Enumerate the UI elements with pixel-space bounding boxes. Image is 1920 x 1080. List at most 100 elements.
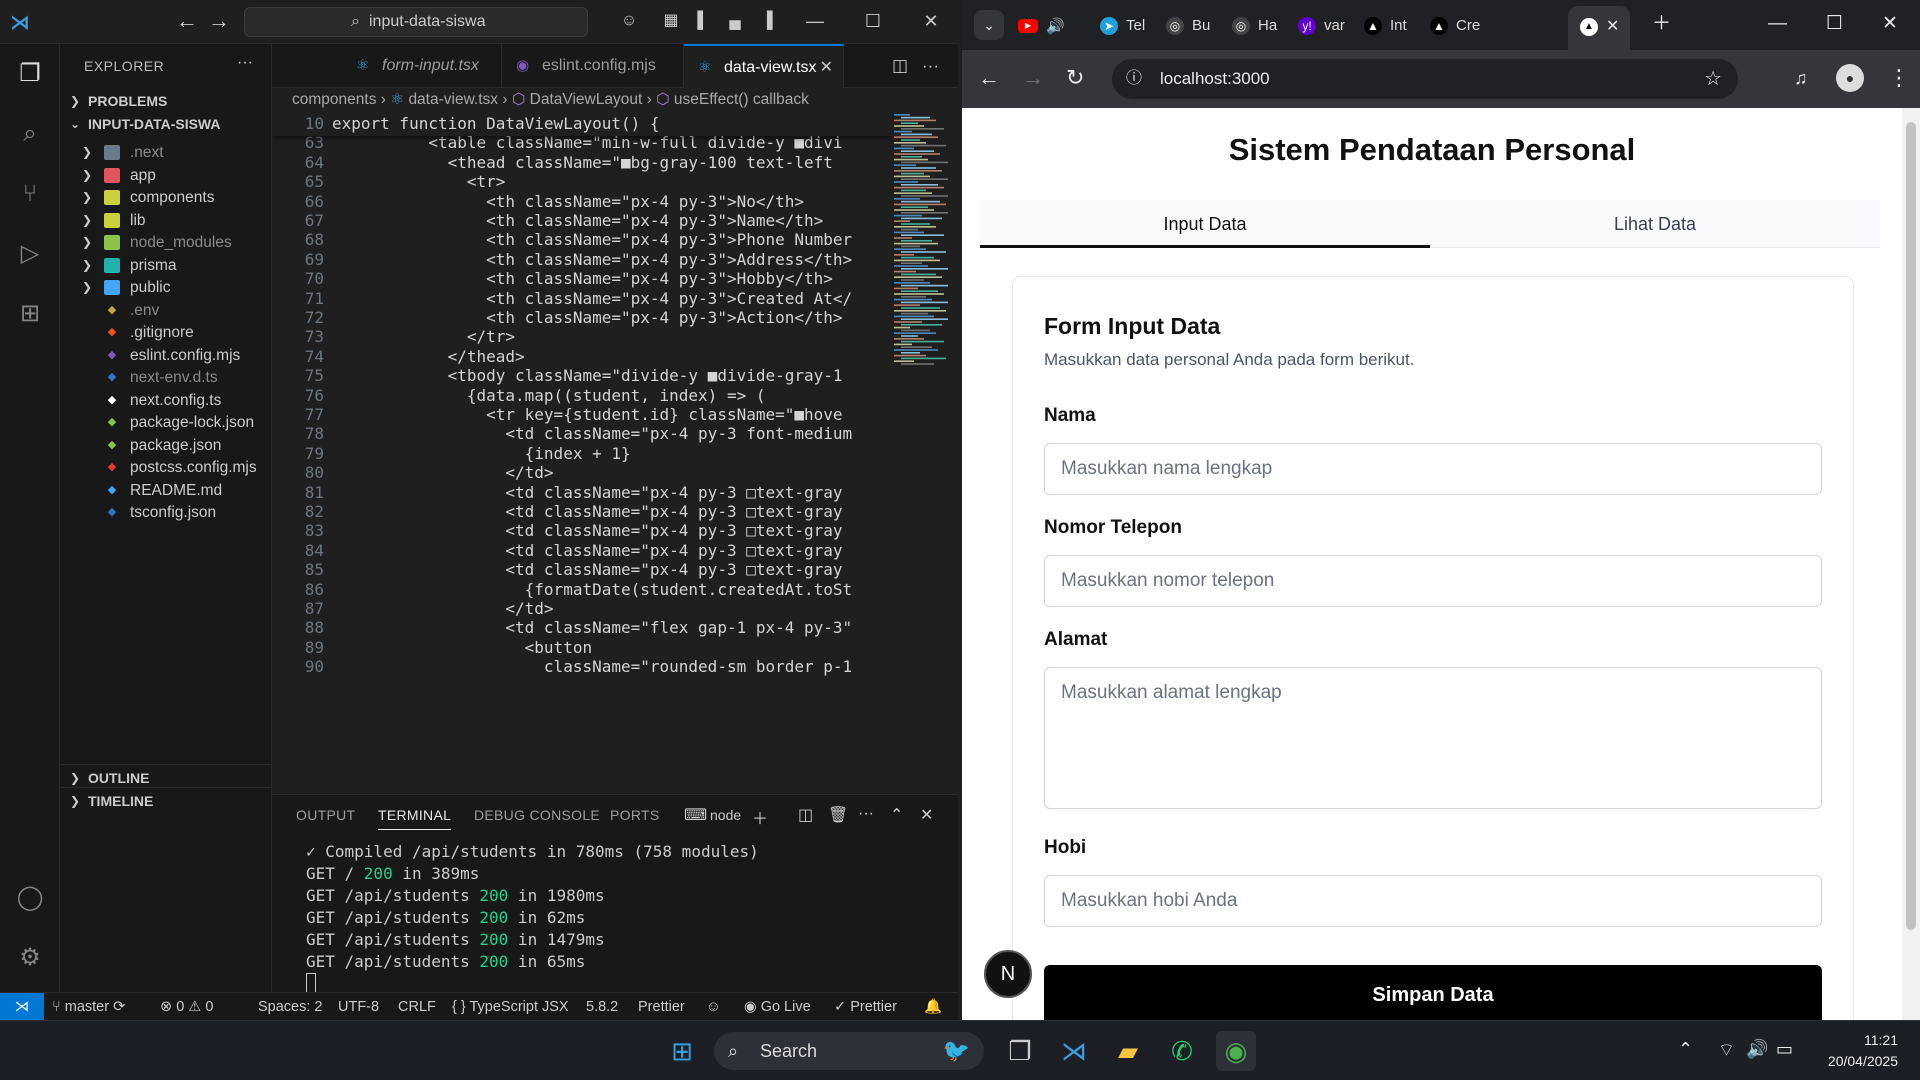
close-tab-icon[interactable]: ✕ xyxy=(1606,16,1619,36)
browser-tab[interactable]: ◎ Ha xyxy=(1232,11,1292,39)
split-editor-icon[interactable]: ◫ xyxy=(892,56,908,76)
code-editor[interactable]: 10 export function DataViewLayout() {63 <… xyxy=(272,112,892,792)
extensions-icon[interactable]: ⊞ xyxy=(14,298,46,330)
chevron-up-icon[interactable]: ⌃ xyxy=(1678,1039,1693,1060)
telepon-input[interactable]: Masukkan nomor telepon xyxy=(1044,555,1822,607)
maximize-panel-icon[interactable]: ⌃ xyxy=(890,805,903,825)
scrollbar-thumb[interactable] xyxy=(1906,122,1916,930)
encoding[interactable]: UTF-8 xyxy=(338,993,379,1020)
go-live-button[interactable]: ◉ Go Live xyxy=(744,993,811,1020)
trash-icon[interactable]: 🗑 xyxy=(828,805,848,825)
taskbar-clock[interactable]: 11:21 20/04/2025 xyxy=(1828,1030,1898,1072)
end-of-line[interactable]: CRLF xyxy=(398,993,436,1020)
media-control-icon[interactable]: ♫ xyxy=(1794,66,1808,90)
browser-tab[interactable]: ▲ Cre xyxy=(1430,11,1490,39)
minimize-icon[interactable]: — xyxy=(800,8,830,34)
reload-icon[interactable]: ↻ xyxy=(1066,66,1084,90)
tab-lihat-data[interactable]: Lihat Data xyxy=(1430,200,1880,248)
profile-avatar[interactable]: ● xyxy=(1836,64,1864,92)
ts-version[interactable]: 5.8.2 xyxy=(586,993,618,1020)
manage-gear-icon[interactable]: ⚙ xyxy=(14,942,46,974)
whatsapp-icon[interactable]: ✆ xyxy=(1162,1031,1202,1071)
youtube-tab[interactable]: ▶ 🔊 xyxy=(1018,11,1065,39)
project-section[interactable]: ⌄ INPUT-DATA-SISWA xyxy=(60,111,272,137)
site-info-icon[interactable]: ⓘ xyxy=(1126,59,1142,99)
task-view-icon[interactable]: ❐ xyxy=(1000,1031,1040,1071)
nextjs-dev-badge[interactable]: N xyxy=(984,950,1032,998)
panel-tab-terminal[interactable]: TERMINAL xyxy=(378,807,452,830)
toggle-sidebar-icon[interactable]: ▌ xyxy=(692,10,714,32)
vscode-taskbar-icon[interactable]: ⋊ xyxy=(1054,1031,1094,1071)
bell-icon[interactable]: 🔔 xyxy=(924,993,942,1020)
close-tab-icon[interactable]: ✕ xyxy=(820,46,833,90)
run-debug-icon[interactable]: ▷ xyxy=(14,238,46,270)
breadcrumb-item[interactable]: useEffect() callback xyxy=(674,91,809,108)
toggle-panel-icon[interactable]: ▄ xyxy=(724,10,746,32)
timeline-section[interactable]: ❯ TIMELINE xyxy=(60,787,272,813)
chrome-menu-icon[interactable]: ⋮ xyxy=(1888,66,1910,90)
tab-input-data[interactable]: Input Data xyxy=(980,200,1430,248)
prettier-check[interactable]: ✓ Prettier xyxy=(834,993,897,1020)
panel-tab-output[interactable]: OUTPUT xyxy=(296,807,355,823)
browser-tab[interactable]: ▲ Int xyxy=(1364,11,1424,39)
volume-icon[interactable]: 🔊 xyxy=(1746,1039,1768,1060)
browser-tab[interactable]: ◎ Bu xyxy=(1166,11,1226,39)
close-panel-icon[interactable]: ✕ xyxy=(920,805,933,825)
taskbar-search[interactable]: ⌕ Search 🐦 xyxy=(714,1032,984,1070)
maximize-icon[interactable]: ☐ xyxy=(858,8,888,34)
battery-icon[interactable]: ▭ xyxy=(1776,1039,1793,1060)
toggle-secondary-sidebar-icon[interactable]: ▐ xyxy=(756,10,778,32)
breadcrumb-item[interactable]: DataViewLayout xyxy=(530,91,643,108)
tab-form-input[interactable]: ⚛ form-input.tsx xyxy=(342,44,502,88)
new-tab-plus-icon[interactable]: ＋ xyxy=(1652,12,1671,36)
breadcrumb-item[interactable]: components xyxy=(292,91,376,108)
terminal-shell-label[interactable]: node xyxy=(710,807,741,823)
back-arrow-icon[interactable]: ← xyxy=(176,10,198,32)
address-bar[interactable]: ⓘ localhost:3000 ☆ xyxy=(1112,59,1738,99)
close-icon[interactable]: ✕ xyxy=(1882,12,1898,36)
simpan-data-button[interactable]: Simpan Data xyxy=(1044,965,1822,1020)
more-actions-icon[interactable]: ··· xyxy=(922,56,939,76)
problems-indicator[interactable]: ⊗ 0 ⚠ 0 xyxy=(160,993,213,1020)
tab-search-icon[interactable]: ⌄ xyxy=(974,10,1004,40)
minimize-icon[interactable]: — xyxy=(1768,12,1787,36)
wifi-icon[interactable]: ⌔ xyxy=(1718,1039,1735,1062)
active-tab[interactable]: ▲ ✕ xyxy=(1568,6,1630,50)
browser-tab[interactable]: y! var xyxy=(1298,11,1358,39)
forward-arrow-icon[interactable]: → xyxy=(1022,66,1044,90)
browser-tab[interactable]: ➤ Tel xyxy=(1100,11,1160,39)
git-branch[interactable]: ⑂ master ⟳ xyxy=(52,993,125,1020)
chrome-taskbar-icon[interactable]: ◉ xyxy=(1216,1031,1256,1071)
copilot-icon[interactable]: ☺ xyxy=(706,993,721,1020)
breadcrumb-item[interactable]: data-view.tsx xyxy=(408,91,498,108)
accounts-icon[interactable]: ◯ xyxy=(14,882,46,914)
split-terminal-icon[interactable]: ◫ xyxy=(798,805,813,825)
minimap[interactable] xyxy=(890,112,950,370)
remote-indicator-icon[interactable]: ⋊ xyxy=(0,993,44,1020)
alamat-textarea[interactable]: Masukkan alamat lengkap xyxy=(1044,667,1822,809)
indentation[interactable]: Spaces: 2 xyxy=(258,993,323,1020)
editor-scrollbar[interactable] xyxy=(948,112,958,792)
more-actions-icon[interactable]: ··· xyxy=(858,805,874,823)
bookmark-star-icon[interactable]: ☆ xyxy=(1704,59,1722,99)
command-center-search[interactable]: ⌕ input-data-siswa xyxy=(244,7,588,37)
hobi-input[interactable]: Masukkan hobi Anda xyxy=(1044,875,1822,927)
tab-data-view[interactable]: ⚛ data-view.tsx ✕ xyxy=(684,44,844,88)
explorer-icon[interactable]: ❐ xyxy=(14,58,46,90)
maximize-icon[interactable]: ☐ xyxy=(1826,12,1843,36)
windows-start-icon[interactable]: ⊞ xyxy=(662,1031,702,1071)
more-actions-icon[interactable]: ··· xyxy=(237,54,253,72)
tab-eslint-config[interactable]: ◉ eslint.config.mjs xyxy=(502,44,684,88)
language-mode[interactable]: { } TypeScript JSX xyxy=(452,993,569,1020)
close-icon[interactable]: ✕ xyxy=(916,8,946,34)
source-control-icon[interactable]: ⑂ xyxy=(14,178,46,210)
back-arrow-icon[interactable]: ← xyxy=(978,66,1000,90)
customize-layout-icon[interactable]: ▦ xyxy=(660,10,682,32)
search-icon[interactable]: ⌕ xyxy=(14,118,46,150)
file-item[interactable]: ◆ tsconfig.json xyxy=(60,499,272,526)
panel-tab-debug-console[interactable]: DEBUG CONSOLE xyxy=(474,807,600,823)
panel-tab-ports[interactable]: PORTS xyxy=(610,807,659,823)
page-scrollbar[interactable] xyxy=(1902,108,1920,1020)
file-explorer-icon[interactable]: ▰ xyxy=(1108,1031,1148,1071)
copilot-icon[interactable]: ☺ xyxy=(618,10,640,32)
